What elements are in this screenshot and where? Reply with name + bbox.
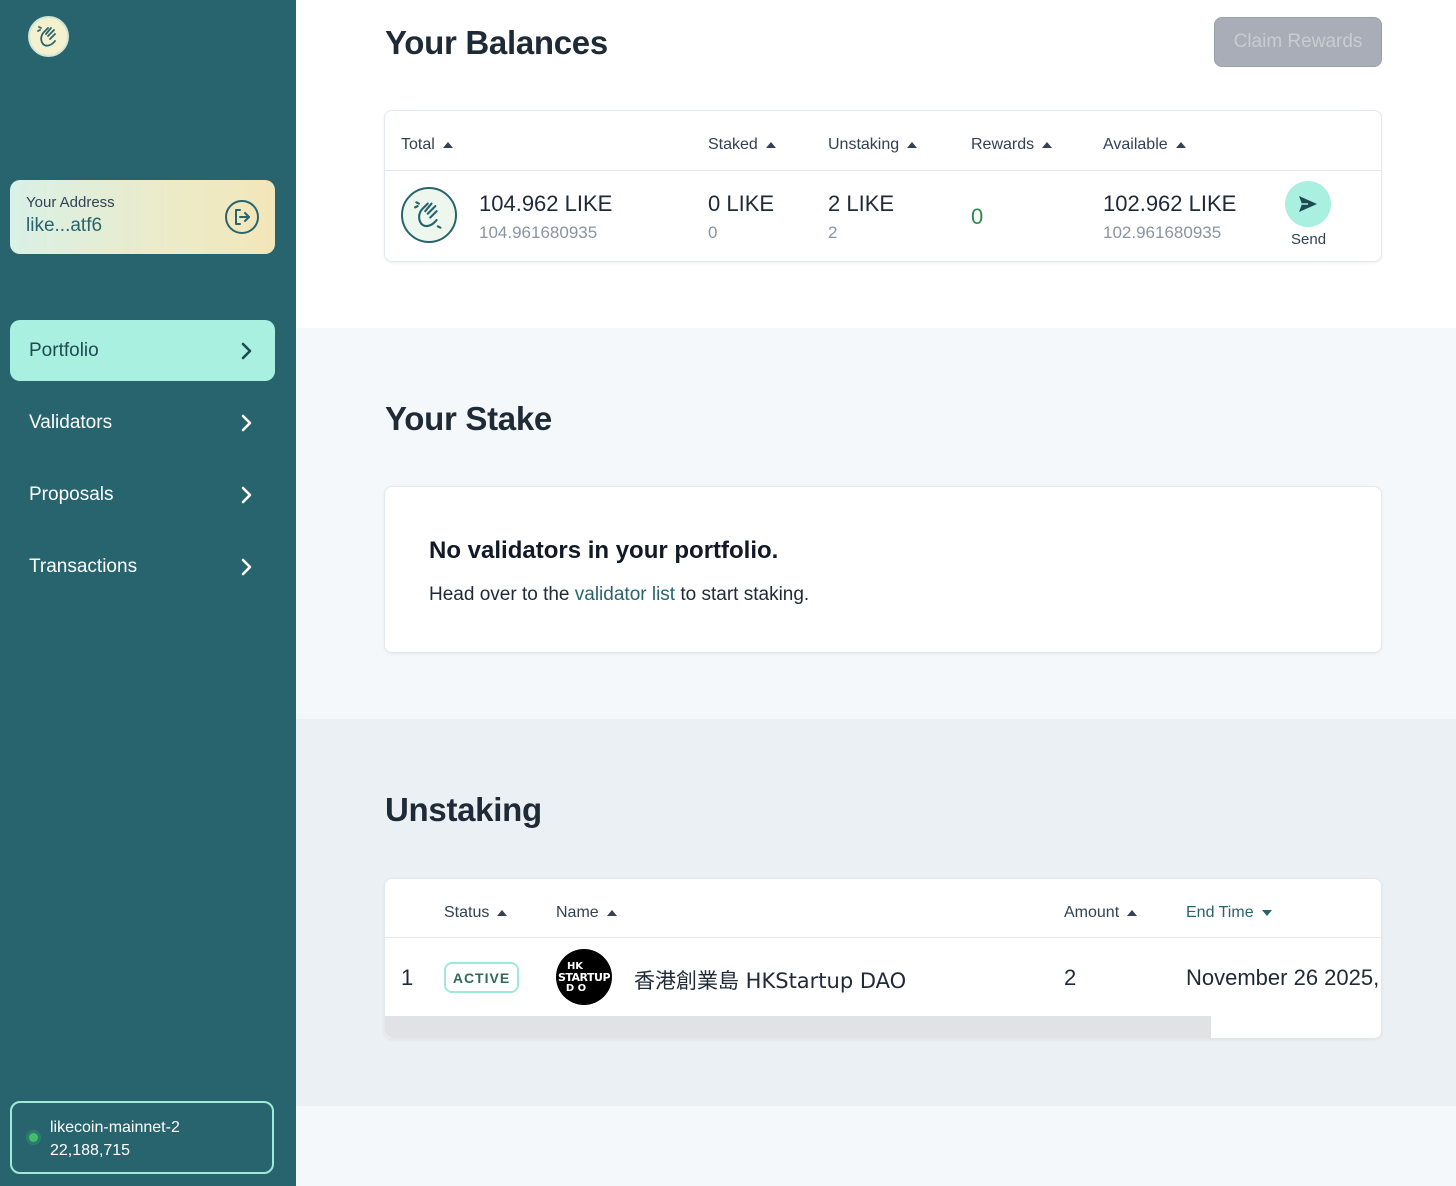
- stake-section: Your Stake No validators in your portfol…: [296, 328, 1456, 719]
- sort-down-icon: [1261, 910, 1272, 916]
- divider: [385, 170, 1381, 171]
- send-icon: [1299, 196, 1317, 212]
- column-header-label: Total: [401, 136, 435, 153]
- sidebar-item-portfolio[interactable]: Portfolio: [10, 320, 275, 381]
- balances-card: Total Staked Unstaking Rewards Available…: [384, 110, 1382, 262]
- sort-up-icon: [907, 142, 918, 148]
- sort-up-icon: [1127, 910, 1138, 916]
- sidebar-item-transactions[interactable]: Transactions: [10, 536, 275, 597]
- claim-rewards-button[interactable]: Claim Rewards: [1214, 17, 1382, 67]
- sort-up-icon: [606, 910, 617, 916]
- status-badge: ACTIVE: [444, 962, 519, 993]
- sidebar: Your Address like...atf6 Portfolio Valid…: [0, 0, 296, 1186]
- sort-up-icon: [765, 142, 776, 148]
- sidebar-item-label: Proposals: [29, 483, 114, 505]
- unstake-end-time: November 26 2025,: [1186, 965, 1380, 990]
- balances-section: Your Balances Claim Rewards Total Staked…: [296, 0, 1456, 328]
- divider: [385, 937, 1381, 938]
- avatar-text-line: D O: [565, 982, 587, 994]
- logout-icon: [235, 209, 250, 225]
- sort-up-icon: [497, 910, 508, 916]
- sidebar-item-label: Portfolio: [29, 339, 99, 361]
- column-header-available[interactable]: Available: [1103, 136, 1186, 154]
- column-header-status[interactable]: Status: [444, 904, 508, 922]
- send-label: Send: [1291, 231, 1327, 248]
- available-balance: 102.962 LIKE: [1103, 191, 1237, 216]
- empty-state-suffix: to start staking.: [675, 584, 810, 605]
- likecoin-token-icon: [401, 187, 457, 243]
- status-dot-icon: [29, 1133, 38, 1142]
- column-header-label: Unstaking: [828, 136, 900, 153]
- column-header-amount[interactable]: Amount: [1064, 904, 1138, 922]
- address-value[interactable]: like...atf6: [26, 215, 259, 237]
- chain-status-card[interactable]: likecoin-mainnet-2 22,188,715: [10, 1101, 274, 1174]
- stake-empty-card: No validators in your portfolio. Head ov…: [384, 486, 1382, 653]
- chevron-right-icon: [241, 414, 255, 431]
- rewards-balance: 0: [971, 204, 984, 229]
- column-header-unstaking[interactable]: Unstaking: [828, 136, 918, 154]
- unstake-amount: 2: [1064, 965, 1077, 990]
- empty-state-title: No validators in your portfolio.: [429, 537, 779, 564]
- validator-list-link[interactable]: validator list: [575, 584, 675, 605]
- stake-title: Your Stake: [385, 400, 552, 437]
- available-balance-exact: 102.961680935: [1103, 223, 1222, 242]
- chevron-right-icon: [241, 342, 255, 359]
- empty-state-text: Head over to the validator list to start…: [429, 584, 809, 606]
- unstaking-title: Unstaking: [385, 791, 542, 828]
- avatar-text-line: STARTUP: [557, 970, 611, 984]
- total-balance-exact: 104.961680935: [479, 223, 598, 242]
- chevron-right-icon: [241, 558, 255, 575]
- chevron-right-icon: [241, 486, 255, 503]
- column-header-name[interactable]: Name: [556, 904, 617, 922]
- column-header-label: Status: [444, 904, 490, 921]
- validator-name[interactable]: 香港創業島 HKStartup DAO: [634, 965, 906, 995]
- footer-area: [296, 1106, 1456, 1186]
- sidebar-item-proposals[interactable]: Proposals: [10, 464, 275, 525]
- row-index: 1: [401, 965, 414, 990]
- sort-up-icon: [442, 142, 453, 148]
- address-label: Your Address: [26, 194, 115, 211]
- chain-name: likecoin-mainnet-2: [50, 1119, 180, 1136]
- likecoin-logo-icon[interactable]: [28, 16, 69, 57]
- sort-up-icon: [1175, 142, 1186, 148]
- logout-button[interactable]: [225, 200, 259, 234]
- unstaking-table: Status Name Amount End Time 1 ACTIVE HK …: [384, 878, 1382, 1039]
- sort-up-icon: [1042, 142, 1053, 148]
- sidebar-item-label: Transactions: [29, 555, 138, 577]
- unstaking-balance: 2 LIKE: [828, 191, 895, 216]
- unstaking-section: Unstaking Status Name Amount End Time 1 …: [296, 719, 1456, 1106]
- scrollbar-thumb[interactable]: [385, 1016, 1211, 1038]
- validator-avatar: HK STARTUP D O: [556, 949, 612, 1005]
- unstaking-balance-exact: 2: [828, 223, 838, 242]
- page-title: Your Balances: [385, 24, 608, 61]
- address-card: Your Address like...atf6: [10, 180, 275, 254]
- column-header-staked[interactable]: Staked: [708, 136, 776, 154]
- column-header-label: Rewards: [971, 136, 1035, 153]
- total-balance: 104.962 LIKE: [479, 191, 613, 216]
- send-button[interactable]: [1285, 181, 1331, 227]
- column-header-rewards[interactable]: Rewards: [971, 136, 1053, 154]
- sidebar-item-validators[interactable]: Validators: [10, 392, 275, 453]
- column-header-label: Amount: [1064, 904, 1120, 921]
- column-header-label: Name: [556, 904, 599, 921]
- column-header-end-time[interactable]: End Time: [1186, 904, 1272, 922]
- block-height: 22,188,715: [50, 1142, 131, 1159]
- staked-balance: 0 LIKE: [708, 191, 775, 216]
- column-header-label: Staked: [708, 136, 758, 153]
- empty-state-prefix: Head over to the: [429, 584, 575, 605]
- column-header-total[interactable]: Total: [401, 136, 453, 154]
- sidebar-nav: Portfolio Validators Proposals Transacti…: [10, 320, 275, 608]
- column-header-label: Available: [1103, 136, 1168, 153]
- staked-balance-exact: 0: [708, 223, 718, 242]
- column-header-label: End Time: [1186, 904, 1254, 921]
- avatar-text-line: HK: [566, 960, 584, 972]
- sidebar-item-label: Validators: [29, 411, 113, 433]
